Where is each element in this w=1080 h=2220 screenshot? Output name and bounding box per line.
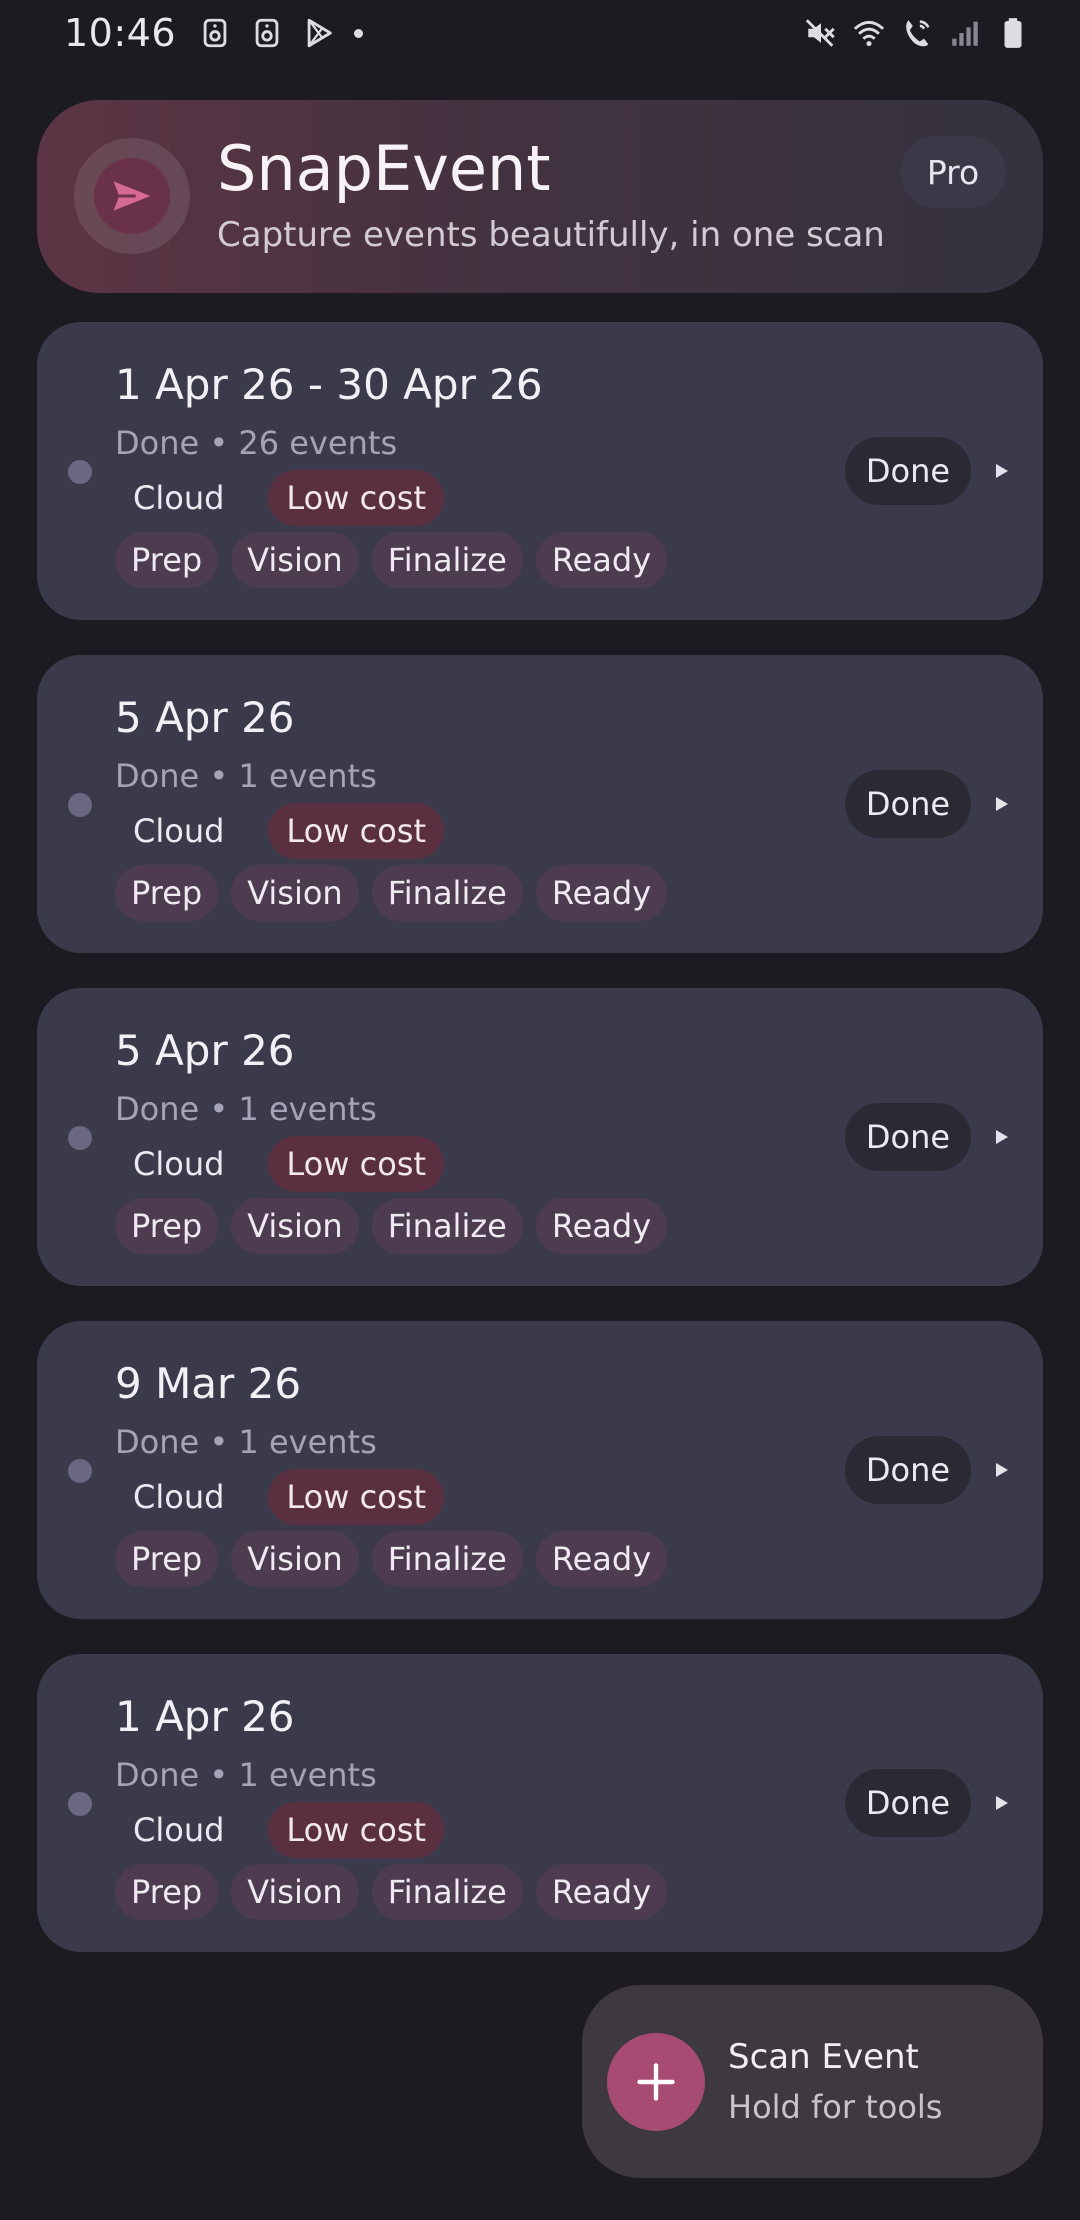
batch-steps: Prep Vision Finalize Ready — [115, 1531, 668, 1587]
step-chip: Finalize — [371, 1198, 523, 1254]
status-dot — [68, 1126, 92, 1150]
done-button[interactable]: Done — [845, 437, 971, 505]
battery-icon — [996, 16, 1030, 50]
done-button[interactable]: Done — [845, 1436, 971, 1504]
batch-steps: Prep Vision Finalize Ready — [115, 532, 668, 588]
mode-chip: Cloud — [133, 1811, 225, 1849]
batch-subtitle: Done • 1 events — [115, 1423, 377, 1461]
signal-icon — [948, 16, 982, 50]
step-chip: Vision — [231, 865, 359, 921]
step-chip: Ready — [535, 865, 668, 921]
step-chip: Ready — [535, 1198, 668, 1254]
speaker-icon — [250, 16, 284, 50]
fab-title: Scan Event — [728, 2037, 919, 2077]
fab-subtitle: Hold for tools — [728, 2088, 943, 2126]
status-bar: 10:46 — [0, 0, 1080, 66]
batch-steps: Prep Vision Finalize Ready — [115, 1198, 668, 1254]
storage-icon — [198, 16, 232, 50]
batch-card[interactable]: 1 Apr 26 - 30 Apr 26 Done • 26 events Cl… — [37, 322, 1043, 620]
status-dot — [68, 460, 92, 484]
chevron-right-icon[interactable] — [992, 459, 1012, 483]
step-chip: Prep — [115, 1531, 219, 1587]
step-chip: Prep — [115, 865, 219, 921]
done-button[interactable]: Done — [845, 1769, 971, 1837]
cost-chip: Low cost — [268, 803, 444, 859]
batch-tags: Cloud Low cost — [115, 1802, 444, 1858]
step-chip: Ready — [535, 1864, 668, 1920]
mode-chip: Cloud — [133, 1145, 225, 1183]
batch-title: 1 Apr 26 - 30 Apr 26 — [115, 360, 543, 409]
done-button[interactable]: Done — [845, 770, 971, 838]
batch-card[interactable]: 9 Mar 26 Done • 1 events Cloud Low cost … — [37, 1321, 1043, 1619]
batch-tags: Cloud Low cost — [115, 1469, 444, 1525]
cost-chip: Low cost — [268, 1136, 444, 1192]
chevron-right-icon[interactable] — [992, 1458, 1012, 1482]
status-dot — [68, 1459, 92, 1483]
scan-event-button[interactable]: Scan Event Hold for tools — [582, 1985, 1043, 2178]
batch-subtitle: Done • 1 events — [115, 1090, 377, 1128]
batch-subtitle: Done • 1 events — [115, 1756, 377, 1794]
batch-subtitle: Done • 26 events — [115, 424, 398, 462]
batch-title: 1 Apr 26 — [115, 1692, 295, 1741]
step-chip: Finalize — [371, 1531, 523, 1587]
step-chip: Ready — [535, 532, 668, 588]
status-left-icons — [198, 16, 364, 50]
step-chip: Vision — [231, 1198, 359, 1254]
batch-tags: Cloud Low cost — [115, 803, 444, 859]
app-screen: 10:46 SnapEvent Capture events beautiful… — [0, 0, 1080, 2220]
pro-button[interactable]: Pro — [900, 136, 1006, 208]
play-store-icon — [302, 16, 336, 50]
chevron-right-icon[interactable] — [992, 1125, 1012, 1149]
paper-plane-icon — [94, 158, 170, 234]
batch-card[interactable]: 5 Apr 26 Done • 1 events Cloud Low cost … — [37, 988, 1043, 1286]
cost-chip: Low cost — [268, 1469, 444, 1525]
batch-card[interactable]: 5 Apr 26 Done • 1 events Cloud Low cost … — [37, 655, 1043, 953]
step-chip: Vision — [231, 1864, 359, 1920]
step-chip: Prep — [115, 1198, 219, 1254]
done-button[interactable]: Done — [845, 1103, 971, 1171]
step-chip: Finalize — [371, 532, 523, 588]
wifi-icon — [852, 16, 886, 50]
batch-tags: Cloud Low cost — [115, 1136, 444, 1192]
app-header-card: SnapEvent Capture events beautifully, in… — [37, 100, 1043, 293]
batch-tags: Cloud Low cost — [115, 470, 444, 526]
status-time: 10:46 — [64, 11, 177, 55]
app-logo — [74, 138, 190, 254]
status-dot — [68, 1792, 92, 1816]
status-right-icons — [804, 16, 1030, 50]
batch-card[interactable]: 1 Apr 26 Done • 1 events Cloud Low cost … — [37, 1654, 1043, 1952]
step-chip: Prep — [115, 1864, 219, 1920]
mode-chip: Cloud — [133, 1478, 225, 1516]
plus-icon — [607, 2033, 705, 2131]
mode-chip: Cloud — [133, 812, 225, 850]
mute-icon — [804, 16, 838, 50]
cost-chip: Low cost — [268, 470, 444, 526]
cost-chip: Low cost — [268, 1802, 444, 1858]
step-chip: Vision — [231, 532, 359, 588]
step-chip: Ready — [535, 1531, 668, 1587]
step-chip: Finalize — [371, 1864, 523, 1920]
batch-steps: Prep Vision Finalize Ready — [115, 1864, 668, 1920]
wifi-calling-icon — [900, 16, 934, 50]
batch-title: 9 Mar 26 — [115, 1359, 302, 1408]
step-chip: Finalize — [371, 865, 523, 921]
step-chip: Vision — [231, 1531, 359, 1587]
status-dot — [68, 793, 92, 817]
step-chip: Prep — [115, 532, 219, 588]
batch-steps: Prep Vision Finalize Ready — [115, 865, 668, 921]
app-subtitle: Capture events beautifully, in one scan — [217, 215, 885, 255]
batch-title: 5 Apr 26 — [115, 693, 295, 742]
notification-dot-icon — [354, 28, 364, 38]
app-title: SnapEvent — [217, 132, 551, 205]
mode-chip: Cloud — [133, 479, 225, 517]
chevron-right-icon[interactable] — [992, 1791, 1012, 1815]
chevron-right-icon[interactable] — [992, 792, 1012, 816]
batch-subtitle: Done • 1 events — [115, 757, 377, 795]
batch-title: 5 Apr 26 — [115, 1026, 295, 1075]
